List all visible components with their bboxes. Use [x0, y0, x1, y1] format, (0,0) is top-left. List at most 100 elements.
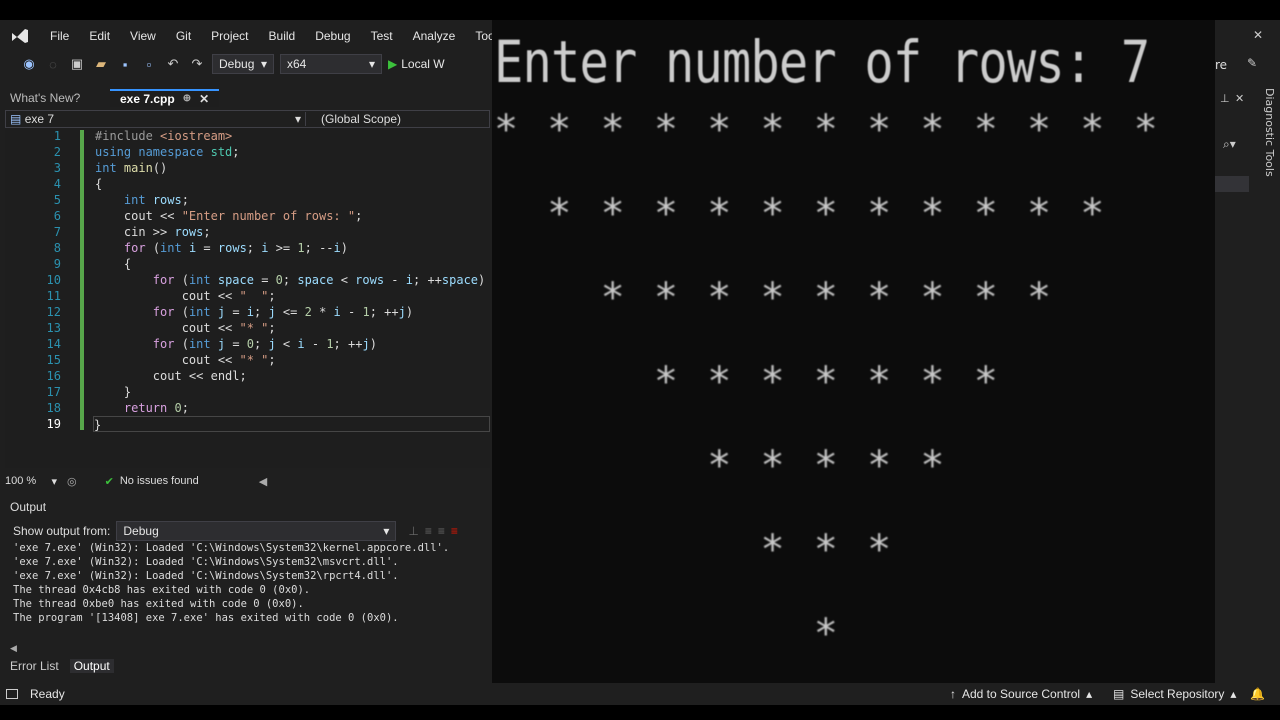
console-window[interactable]: Enter number of rows: 7 * * * * * * * * * * * * * * * *… [492, 20, 1215, 688]
console-star: * [547, 191, 572, 237]
menu-debug[interactable]: Debug [305, 20, 360, 52]
run-button[interactable]: ▶ Local W [388, 57, 445, 71]
close-icon[interactable]: ✕ [1253, 28, 1263, 42]
line-number: 8 [53, 241, 61, 255]
clear-icon[interactable]: ⊥ [408, 524, 418, 538]
toggle-icon[interactable]: ≡ [438, 524, 445, 538]
repository-icon: ▤ [1113, 687, 1125, 701]
undo-icon[interactable]: ↶ [164, 56, 182, 72]
configuration-value: Debug [219, 57, 255, 71]
pin-icon[interactable]: ⊕ [183, 90, 191, 108]
console-star: * [867, 107, 892, 153]
pin-icon[interactable]: ⊥ [1220, 92, 1230, 105]
back-icon[interactable]: ◉ [20, 56, 38, 72]
caret-up-icon: ▴ [1086, 687, 1093, 701]
code-editor[interactable]: 1 2 3 4 5 6 7 8 9 10 11 12 13 14 15 16 17 18 19 #include <… [5, 128, 490, 468]
check-circle-icon: ✔ [104, 475, 114, 488]
code-content[interactable]: #include <iostream> using namespace std;… [93, 128, 490, 432]
code-line: #include <iostream> [95, 129, 233, 143]
add-to-source-control-button[interactable]: ↑ Add to Source Control ▴ [950, 687, 1092, 701]
tab-output[interactable]: Output [69, 659, 114, 673]
close-icon[interactable]: ✕ [1235, 92, 1244, 105]
output-line: The program '[13408] exe 7.exe' has exit… [13, 612, 399, 624]
menu-edit[interactable]: Edit [79, 20, 120, 52]
console-star: * [813, 611, 838, 657]
tab-error-list[interactable]: Error List [5, 659, 64, 673]
chevron-down-icon: ▾ [368, 57, 375, 71]
line-number: 19 [46, 417, 61, 431]
arrow-up-icon: ↑ [950, 687, 956, 701]
output-line: 'exe 7.exe' (Win32): Loaded 'C:\Windows\… [13, 542, 450, 554]
line-number: 6 [53, 209, 61, 223]
menu-view[interactable]: View [120, 20, 166, 52]
configuration-select[interactable]: Debug ▾ [212, 54, 274, 74]
tab-exe7-cpp[interactable]: exe 7.cpp ⊕ ✕ [110, 89, 220, 108]
console-star: * [920, 107, 945, 153]
console-star: * [600, 275, 625, 321]
menu-analyze[interactable]: Analyze [403, 20, 466, 52]
console-star: * [920, 275, 945, 321]
console-star: * [1133, 107, 1158, 153]
copilot-icon[interactable]: ◎ [67, 475, 77, 488]
chevron-down-icon: ▾ [260, 57, 267, 71]
stop-icon[interactable]: ≡ [451, 524, 458, 538]
menu-test[interactable]: Test [361, 20, 403, 52]
output-source-select[interactable]: Debug ▾ [116, 521, 397, 541]
notifications-icon[interactable]: 🔔 [1250, 687, 1265, 701]
console-star: * [760, 107, 785, 153]
output-line: 'exe 7.exe' (Win32): Loaded 'C:\Windows\… [13, 570, 399, 582]
code-line: cout << "* "; [95, 353, 276, 367]
line-number-gutter: 1 2 3 4 5 6 7 8 9 10 11 12 13 14 15 16 17 18 19 [5, 128, 65, 468]
console-star: * [973, 191, 998, 237]
console-star: * [653, 359, 678, 405]
menu-file[interactable]: File [40, 20, 79, 52]
tab-label: exe 7.cpp [120, 92, 175, 106]
code-line: for (int i = rows; i >= 1; --i) [123, 241, 348, 255]
select-repository-label: Select Repository [1130, 687, 1225, 701]
console-star: * [760, 443, 785, 489]
platform-select[interactable]: x64 ▾ [280, 54, 382, 74]
wrap-icon[interactable]: ≡ [425, 524, 432, 538]
redo-icon[interactable]: ↷ [188, 56, 206, 72]
code-line: for (int j = i; j <= 2 * i - 1; ++j) [152, 305, 414, 319]
output-source-value: Debug [123, 524, 159, 538]
line-number: 7 [53, 225, 61, 239]
console-star: * [867, 527, 892, 573]
forward-icon[interactable]: ◌ [44, 57, 62, 72]
code-line: } [95, 385, 132, 399]
line-number: 10 [46, 273, 61, 287]
menu-project[interactable]: Project [201, 20, 258, 52]
solution-explorer-row[interactable] [1215, 176, 1249, 192]
scroll-left-icon[interactable]: ◀ [259, 475, 267, 488]
console-star: * [1027, 275, 1052, 321]
search-icon[interactable]: ⌕▾ [1223, 137, 1236, 152]
code-line: cout << endl; [95, 369, 247, 383]
chevron-down-icon: ▾ [294, 112, 301, 126]
new-project-icon[interactable]: ▣ [68, 56, 86, 72]
line-number: 14 [46, 337, 61, 351]
console-star: * [1027, 107, 1052, 153]
menu-build[interactable]: Build [259, 20, 306, 52]
scope-dropdown[interactable]: (Global Scope) [306, 112, 401, 126]
open-folder-icon[interactable]: ▰ [92, 56, 110, 72]
scroll-left-icon[interactable]: ◀ [10, 643, 17, 654]
select-repository-button[interactable]: ▤ Select Repository ▴ [1113, 687, 1236, 701]
output-text[interactable]: 'exe 7.exe' (Win32): Loaded 'C:\Windows\… [13, 541, 483, 625]
menu-git[interactable]: Git [166, 20, 201, 52]
feedback-icon[interactable]: ✎ [1247, 56, 1257, 70]
close-icon[interactable]: ✕ [199, 90, 209, 108]
project-dropdown[interactable]: ▤ exe 7 ▾ [6, 112, 306, 126]
save-all-icon[interactable]: ▫ [140, 57, 158, 72]
console-star: * [867, 443, 892, 489]
diagnostic-tools-tab[interactable]: Diagnostic Tools [1263, 88, 1276, 177]
line-number: 13 [46, 321, 61, 335]
output-title: Output [10, 500, 47, 514]
console-star: * [813, 275, 838, 321]
add-to-source-control-label: Add to Source Control [962, 687, 1081, 701]
tab-whats-new[interactable]: What's New? [0, 89, 110, 107]
console-star: * [494, 107, 519, 153]
issues-indicator[interactable]: ✔ No issues found [105, 475, 199, 488]
save-icon[interactable]: ▪ [116, 57, 134, 72]
zoom-level-select[interactable]: 100 % ▾ [5, 475, 57, 488]
status-bar: Ready ↑ Add to Source Control ▴ ▤ Select… [0, 683, 1280, 705]
